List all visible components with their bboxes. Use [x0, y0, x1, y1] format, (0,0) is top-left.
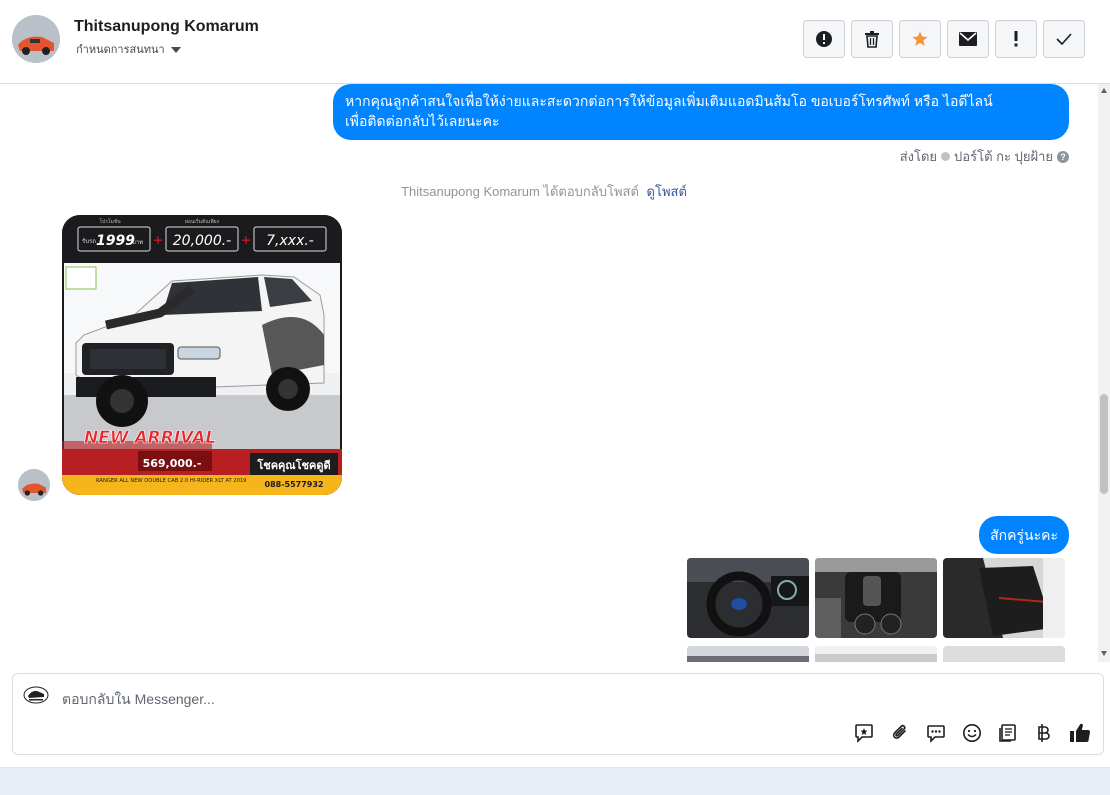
photo-attachments	[687, 558, 1067, 662]
contact-avatar[interactable]	[12, 15, 60, 63]
photo-attachment[interactable]	[815, 558, 937, 638]
price-value: 569,000.-	[143, 457, 202, 470]
view-post-link[interactable]: ดูโพสต์	[647, 184, 687, 199]
sent-by-info: ส่งโดย ปอร์โต้ กะ ปุยฝ้าย ?	[900, 146, 1069, 167]
page-logo-icon	[23, 686, 49, 704]
alert-circle-icon	[816, 31, 832, 47]
emoji-icon[interactable]	[961, 722, 983, 744]
composer-actions	[853, 722, 1091, 744]
down-label: โปรโมชั่น	[99, 218, 121, 225]
mail-icon	[959, 32, 977, 46]
saved-reply-icon[interactable]	[925, 722, 947, 744]
notice-text: Thitsanupong Komarum ได้ตอบกลับโพสต์	[401, 184, 639, 199]
scroll-down-icon[interactable]	[1101, 651, 1107, 656]
trash-icon	[865, 31, 879, 48]
svg-text:+: +	[241, 233, 251, 247]
phone-text: 088-5577932	[265, 480, 324, 489]
photo-attachment[interactable]	[943, 646, 1065, 662]
promo-text: โชคคุณโชคดูดี	[256, 458, 330, 473]
conversation-toolbar	[803, 20, 1085, 58]
baht-icon[interactable]	[1033, 722, 1055, 744]
verified-icon	[941, 152, 951, 161]
monthly-value: 7,xxx.-	[266, 233, 314, 249]
thread-scrollbar[interactable]	[1098, 84, 1110, 662]
message-line: เพื่อติดต่อกลับไว้เลยนะคะ	[345, 113, 500, 129]
down-value: 1999	[96, 233, 135, 249]
star-button[interactable]	[899, 20, 941, 58]
follow-up-button[interactable]	[995, 20, 1037, 58]
sent-by-name: ปอร์โต้ กะ ปุยฝ้าย	[954, 149, 1053, 164]
message-thread[interactable]: หากคุณลูกค้าสนใจเพื่อให้ง่ายและสะดวกต่อก…	[0, 84, 1110, 662]
attach-icon[interactable]	[889, 722, 911, 744]
help-icon[interactable]: ?	[1057, 150, 1069, 163]
down-prefix: รับรถ	[82, 238, 96, 245]
outgoing-message[interactable]: หากคุณลูกค้าสนใจเพื่อให้ง่ายและสะดวกต่อก…	[333, 84, 1069, 140]
sticker-icon[interactable]	[853, 722, 875, 744]
star-icon	[912, 31, 928, 46]
outgoing-message[interactable]: สักครู่นะคะ	[979, 516, 1069, 554]
delete-button[interactable]	[851, 20, 893, 58]
new-arrival-badge: NEW ARRIVAL	[84, 428, 216, 448]
mark-done-button[interactable]	[1043, 20, 1085, 58]
schedule-label: กำหนดการสนทนา	[76, 44, 165, 56]
like-icon[interactable]	[1069, 722, 1091, 744]
contact-name[interactable]: Thitsanupong Komarum	[74, 18, 259, 36]
photo-attachment[interactable]	[687, 558, 809, 638]
conversation-header: Thitsanupong Komarum กำหนดการสนทนา	[0, 0, 1110, 84]
chevron-down-icon	[170, 46, 181, 53]
check-icon	[1056, 33, 1072, 45]
conversation-schedule[interactable]: กำหนดการสนทนา	[76, 40, 181, 58]
reply-input[interactable]: ตอบกลับใน Messenger...	[62, 689, 215, 711]
photo-attachment[interactable]	[687, 646, 809, 662]
message-line: หากคุณลูกค้าสนใจเพื่อให้ง่ายและสะดวกต่อก…	[345, 93, 993, 109]
scroll-up-icon[interactable]	[1101, 88, 1107, 93]
exclamation-icon	[1014, 31, 1018, 47]
sent-by-label: ส่งโดย	[899, 149, 938, 164]
down-unit: บาท	[132, 239, 143, 246]
scrollbar-thumb[interactable]	[1100, 394, 1108, 494]
reply-composer[interactable]: ตอบกลับใน Messenger...	[12, 673, 1104, 755]
bottom-strip	[0, 767, 1110, 795]
model-text: RANGER ALL NEW DOUBLE CAB 2.0 HI-RIDER X…	[96, 478, 247, 484]
photo-attachment[interactable]	[815, 646, 937, 662]
mark-unread-button[interactable]	[947, 20, 989, 58]
contact-avatar-small[interactable]	[18, 469, 50, 501]
messenger-window: Thitsanupong Komarum กำหนดการสนทนา หากคุ…	[0, 0, 1110, 795]
photo-attachment[interactable]	[943, 558, 1065, 638]
svg-text:+: +	[153, 233, 163, 247]
post-reply-notice: Thitsanupong Komarum ได้ตอบกลับโพสต์ ดูโ…	[0, 181, 1088, 202]
shared-post-image[interactable]: โปรโมชั่น ผ่อนเริ่มต้นเพียง รับรถ 1999 บ…	[62, 215, 342, 495]
installment-label: ผ่อนเริ่มต้นเพียง	[185, 218, 220, 225]
catalog-icon[interactable]	[997, 722, 1019, 744]
installment-value: 20,000.-	[173, 233, 232, 249]
report-button[interactable]	[803, 20, 845, 58]
